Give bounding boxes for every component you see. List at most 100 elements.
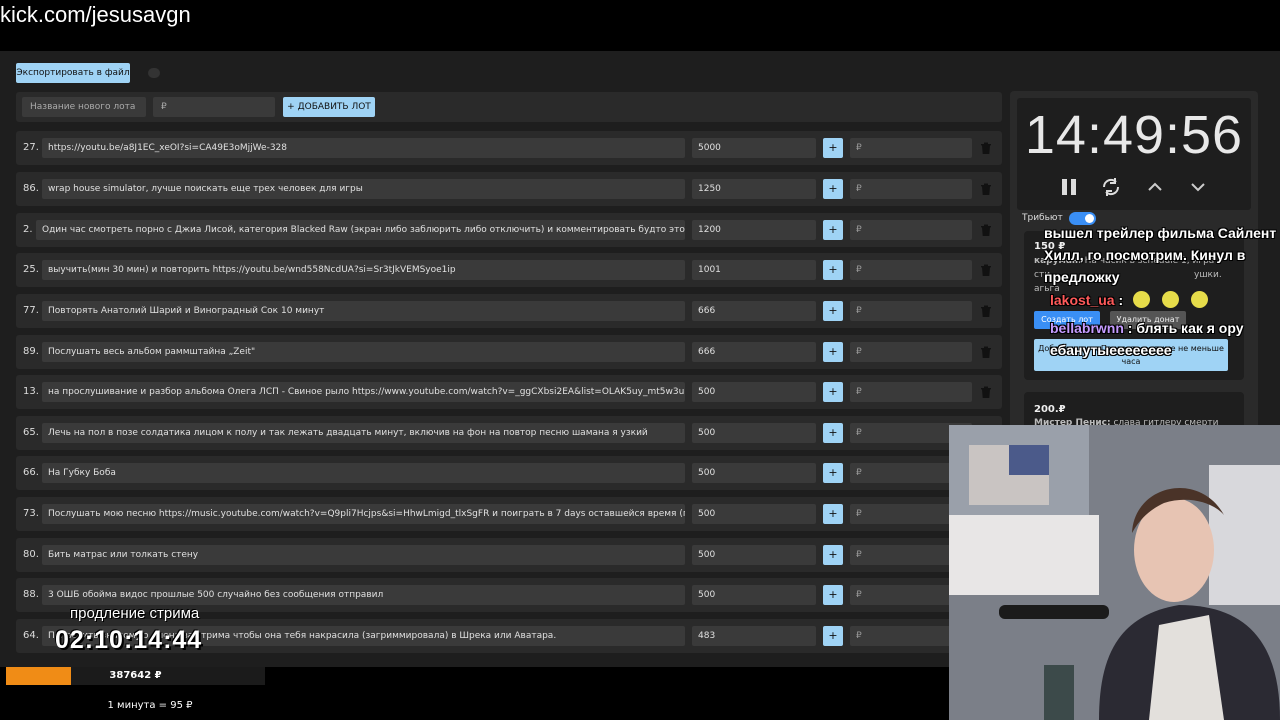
lot-amount[interactable]: 5000 [692, 138, 816, 158]
lot-number: 25. [23, 264, 39, 275]
lot-title[interactable]: Один час смотреть порно с Джиа Лисой, ка… [36, 220, 685, 240]
toolbar-toggle[interactable] [148, 68, 160, 78]
streamer-webcam-image [949, 425, 1280, 720]
chat-message: bellabrwnn : блять как я ору ебанутыееее… [1050, 317, 1275, 361]
lot-title[interactable]: Послушать весь альбом раммштайна „Zeit" [42, 342, 685, 362]
lot-add-amount-input[interactable]: ₽ [850, 301, 972, 321]
lot-add-amount-input[interactable]: ₽ [850, 138, 972, 158]
lot-row: 65. Лечь на пол в позе солдатика лицом к… [16, 416, 1002, 450]
lot-amount[interactable]: 500 [692, 463, 816, 483]
lot-number: 13. [23, 386, 39, 397]
lot-add-button[interactable]: + [823, 545, 843, 565]
lot-title[interactable]: Повторять Анатолий Шарий и Виноградный С… [42, 301, 685, 321]
lot-number: 66. [23, 467, 39, 478]
lot-amount[interactable]: 1200 [692, 220, 816, 240]
lot-title[interactable]: https://youtu.be/a8J1EC_xeOI?si=CA49E3oM… [42, 138, 685, 158]
lot-title[interactable]: Бить матрас или толкать стену [42, 545, 685, 565]
lot-add-button[interactable]: + [823, 342, 843, 362]
trash-icon[interactable] [979, 345, 993, 359]
lot-title[interactable]: На Губку Боба [42, 463, 685, 483]
lot-amount[interactable]: 1001 [692, 260, 816, 280]
extend-stream-label: продление стрима [70, 605, 200, 622]
lot-number: 80. [23, 549, 39, 560]
export-to-file-button[interactable]: Экспортировать в файл [16, 63, 130, 83]
lot-add-amount-input[interactable]: ₽ [850, 342, 972, 362]
emote-icon [1191, 291, 1209, 308]
lot-title[interactable]: 3 ОШБ обойма видос прошлые 500 случайно … [42, 585, 685, 605]
lot-add-button[interactable]: + [823, 626, 843, 646]
lot-row: 13. на прослушивание и разбор альбома Ол… [16, 375, 1002, 409]
lot-amount[interactable]: 500 [692, 545, 816, 565]
lot-add-button[interactable]: + [823, 179, 843, 199]
reset-icon[interactable] [1100, 176, 1122, 198]
lot-number: 73. [23, 508, 39, 519]
lot-row: 80. Бить матрас или толкать стену 500 + … [16, 538, 1002, 572]
donation-amount: 200.₽ [1034, 404, 1066, 415]
lot-add-button[interactable]: + [823, 220, 843, 240]
lot-amount[interactable]: 666 [692, 301, 816, 321]
chat-message: lakost_ua : [1050, 291, 1280, 308]
lot-add-button[interactable]: + [823, 382, 843, 402]
lot-amount[interactable]: 666 [692, 342, 816, 362]
chevron-up-icon[interactable] [1144, 176, 1166, 198]
chat-username: bellabrwnn [1050, 320, 1124, 336]
trash-icon[interactable] [979, 182, 993, 196]
lot-add-button[interactable]: + [823, 423, 843, 443]
lot-amount[interactable]: 500 [692, 423, 816, 443]
emote-icon [1133, 291, 1151, 308]
chat-text: : [1114, 292, 1128, 308]
lot-row: 73. Послушать мою песню https://music.yo… [16, 497, 1002, 531]
extend-stream-timer: 02:10:14:44 [55, 626, 203, 654]
lot-amount[interactable]: 483 [692, 626, 816, 646]
lot-title[interactable]: выучить(мин 30 мин) и повторить https://… [42, 260, 685, 280]
lot-row: 2. Один час смотреть порно с Джиа Лисой,… [16, 213, 1002, 247]
new-lot-amount-input[interactable]: ₽ [153, 97, 275, 117]
lot-row: 86. wrap house simulator, лучше поискать… [16, 172, 1002, 206]
browser-url: kick.com/jesusavgn [0, 2, 191, 27]
lot-amount[interactable]: 1250 [692, 179, 816, 199]
lot-row: 27. https://youtu.be/a8J1EC_xeOI?si=CA49… [16, 131, 1002, 165]
lot-number: 27. [23, 142, 39, 153]
chat-username: lakost_ua [1050, 292, 1115, 308]
lot-add-amount-input[interactable]: ₽ [850, 220, 972, 240]
lot-number: 77. [23, 305, 39, 316]
lot-add-button[interactable]: + [823, 260, 843, 280]
lot-title[interactable]: wrap house simulator, лучше поискать еще… [42, 179, 685, 199]
lot-add-button[interactable]: + [823, 138, 843, 158]
lot-row: 25. выучить(мин 30 мин) и повторить http… [16, 253, 1002, 287]
lot-number: 86. [23, 183, 39, 194]
lot-title[interactable]: на прослушивание и разбор альбома Олега … [42, 382, 685, 402]
chevron-down-icon[interactable] [1187, 176, 1209, 198]
add-lot-button[interactable]: + ДОБАВИТЬ ЛОТ [283, 97, 375, 117]
lot-amount[interactable]: 500 [692, 382, 816, 402]
lot-number: 64. [23, 630, 39, 641]
lot-add-amount-input[interactable]: ₽ [850, 179, 972, 199]
trash-icon[interactable] [979, 263, 993, 277]
lot-add-button[interactable]: + [823, 585, 843, 605]
lot-add-button[interactable]: + [823, 463, 843, 483]
donation-total: 387642 ₽ [109, 670, 162, 681]
lot-number: 2. [23, 224, 33, 235]
lot-amount[interactable]: 500 [692, 504, 816, 524]
trash-icon[interactable] [979, 385, 993, 399]
emote-icon [1162, 291, 1180, 308]
lot-add-button[interactable]: + [823, 301, 843, 321]
lot-add-amount-input[interactable]: ₽ [850, 260, 972, 280]
add-lot-bar: Название нового лота ₽ [16, 92, 1002, 122]
webcam-feed [949, 425, 1280, 720]
countdown-timer: 14:49:56 [1024, 105, 1244, 165]
lot-number: 88. [23, 589, 39, 600]
new-lot-name-input[interactable]: Название нового лота [22, 97, 146, 117]
lot-amount[interactable]: 500 [692, 585, 816, 605]
trash-icon[interactable] [979, 223, 993, 237]
lot-row: 77. Повторять Анатолий Шарий и Виноградн… [16, 294, 1002, 328]
lot-title[interactable]: Послушать мою песню https://music.youtub… [42, 504, 685, 524]
trash-icon[interactable] [979, 141, 993, 155]
chat-message: вышел трейлер фильма Сайлент Хилл, го по… [1044, 225, 1277, 285]
lot-add-amount-input[interactable]: ₽ [850, 382, 972, 402]
trash-icon[interactable] [979, 304, 993, 318]
lot-row: 89. Послушать весь альбом раммштайна „Ze… [16, 335, 1002, 369]
lot-title[interactable]: Лечь на пол в позе солдатика лицом к пол… [42, 423, 685, 443]
lot-add-button[interactable]: + [823, 504, 843, 524]
pause-icon[interactable] [1058, 176, 1080, 198]
